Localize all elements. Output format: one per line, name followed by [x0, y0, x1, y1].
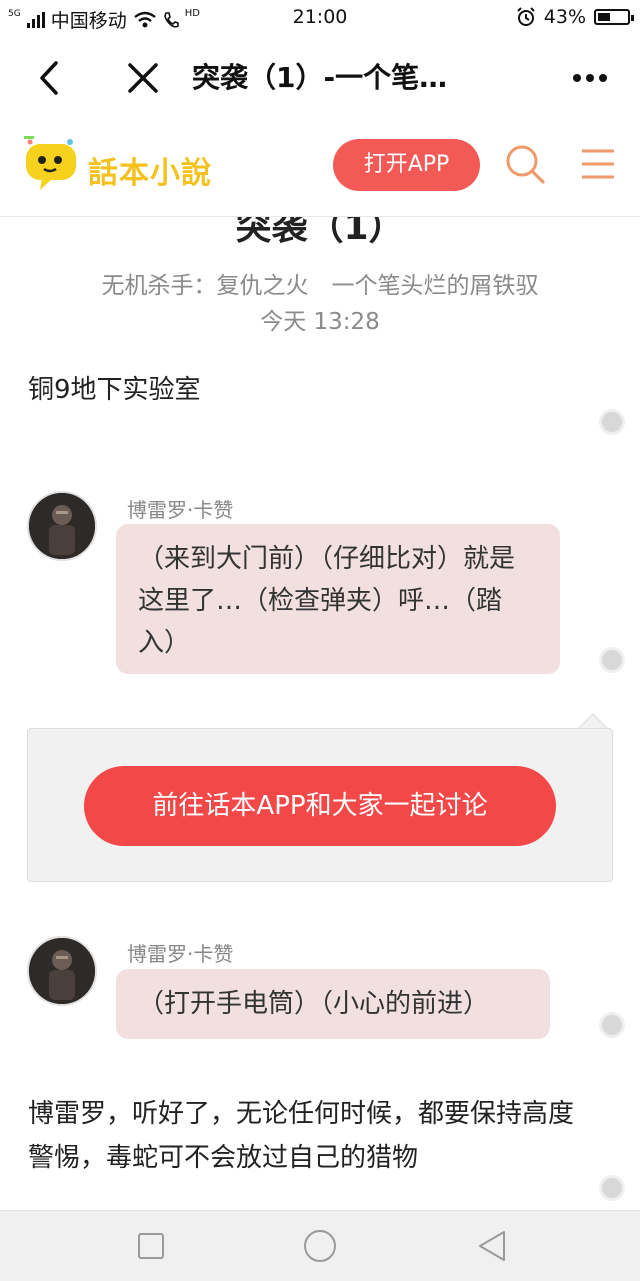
- chevron-left-icon: [40, 61, 58, 95]
- chapter-meta: 无机杀手：复仇之火 一个笔头烂的屑铁驭: [101, 273, 539, 299]
- alarm-icon: [517, 7, 535, 26]
- status-right: 43%: [516, 6, 634, 28]
- logo-text: 話本小說: [88, 156, 212, 191]
- logo-icon[interactable]: [22, 136, 80, 194]
- speaker-name: 博雷罗·卡赞: [127, 498, 234, 522]
- avatar[interactable]: [27, 936, 97, 1006]
- comment-dot[interactable]: [599, 647, 625, 673]
- more-button[interactable]: [564, 52, 616, 104]
- more-dots-icon: [573, 74, 607, 82]
- chapter-time: 今天 13:28: [260, 309, 380, 335]
- scene-text: 铜9地下实验室: [28, 375, 201, 405]
- triangle-back-icon[interactable]: [476, 1229, 508, 1263]
- navbar: 突袭（1）-一个笔…: [0, 34, 640, 118]
- character-avatar-icon: [29, 493, 95, 559]
- comment-dot[interactable]: [599, 1175, 625, 1201]
- dialogue-bubble: （打开手电筒）（小心的前进）: [116, 969, 550, 1039]
- dialogue-bubble: （来到大门前）（仔细比对）就是这里了…（检查弹夹）呼…（踏入）: [116, 524, 560, 674]
- comment-dot[interactable]: [599, 409, 625, 435]
- battery-percent: 43%: [543, 6, 586, 28]
- avatar[interactable]: [27, 491, 97, 561]
- battery-fill: [598, 13, 611, 21]
- promo-card: 前往话本APP和大家一起讨论: [27, 728, 613, 882]
- speaker-name: 博雷罗·卡赞: [127, 942, 234, 966]
- square-icon[interactable]: [137, 1232, 165, 1260]
- open-app-button[interactable]: 打开APP: [333, 139, 480, 191]
- system-nav-bar: [0, 1210, 640, 1281]
- close-icon: [128, 63, 158, 93]
- character-avatar-icon: [29, 938, 95, 1004]
- discuss-in-app-button[interactable]: 前往话本APP和大家一起讨论: [84, 766, 556, 846]
- close-button[interactable]: [117, 52, 169, 104]
- status-bar: 5G 中国移动 HD 21:00 43%: [0, 0, 640, 34]
- narration-text: 博雷罗，听好了，无论任何时候，都要保持高度警惕，毒蛇可不会放过自己的猎物: [28, 1099, 575, 1173]
- comment-dot[interactable]: [599, 1012, 625, 1038]
- search-icon[interactable]: [504, 143, 546, 185]
- back-button[interactable]: [24, 52, 76, 104]
- menu-icon[interactable]: [580, 147, 616, 181]
- circle-icon[interactable]: [302, 1228, 338, 1264]
- brand-header: 話本小說 打开APP: [0, 118, 640, 217]
- page-title: 突袭（1）-一个笔…: [192, 61, 448, 94]
- battery-icon: [594, 9, 634, 25]
